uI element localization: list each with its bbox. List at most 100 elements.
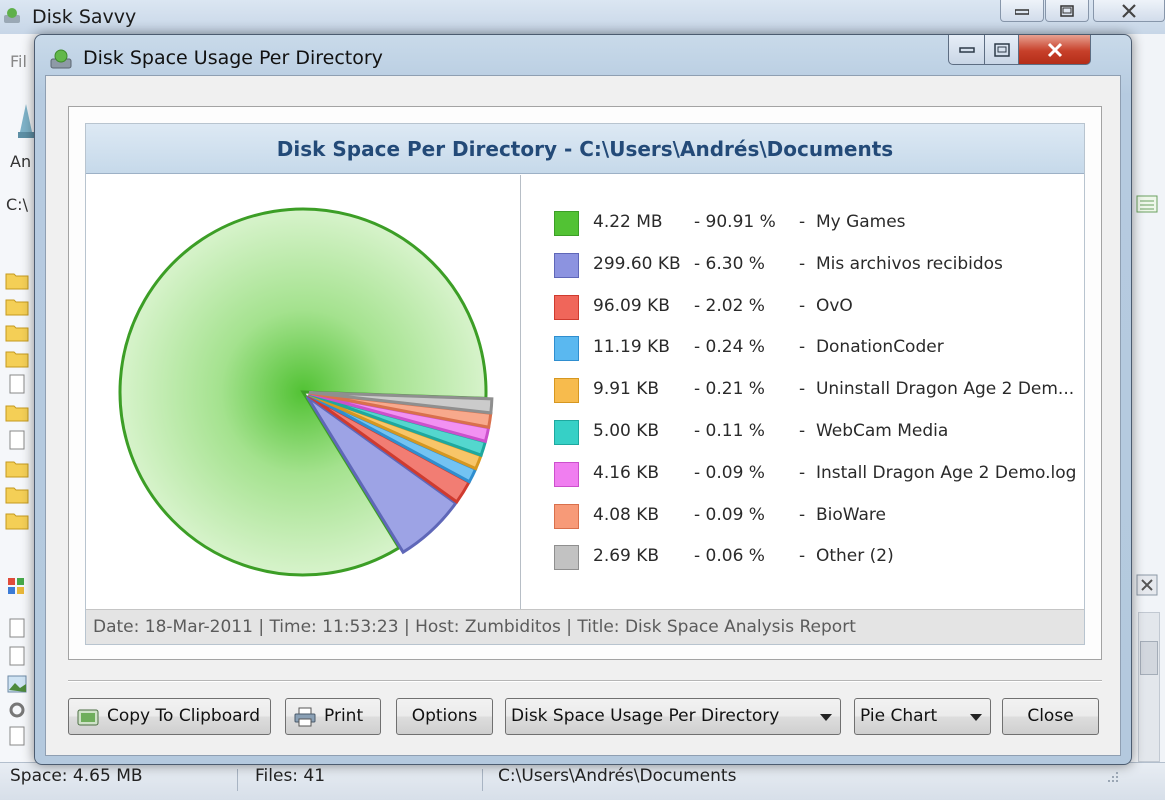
maximize-icon — [993, 42, 1010, 57]
legend-size: 2.69 KB — [593, 546, 660, 567]
copy-to-clipboard-button[interactable]: Copy To Clipboard — [68, 698, 271, 735]
scrollbar[interactable] — [1138, 612, 1160, 762]
chevron-down-icon — [970, 714, 982, 721]
legend-percent: - 0.24 % — [694, 337, 765, 358]
document-icon — [9, 374, 25, 394]
legend-label: - Uninstall Dragon Age 2 Dem... — [799, 379, 1075, 400]
legend-size: 299.60 KB — [593, 253, 681, 274]
legend-label: - BioWare — [799, 504, 886, 525]
legend-item: 4.08 KB - 0.09 % - BioWare — [521, 501, 1084, 531]
report-footer: Date: 18-Mar-2011 | Time: 11:53:23 | Hos… — [86, 609, 1084, 644]
chevron-down-icon — [820, 714, 832, 721]
legend-size: 4.22 MB — [593, 212, 663, 232]
legend-percent: - 0.09 % — [694, 504, 765, 525]
legend-label: - Mis archivos recibidos — [799, 253, 1003, 274]
report-frame: Disk Space Per Directory - C:\Users\Andr… — [68, 106, 1102, 660]
report-title: Disk Space Per Directory - C:\Users\Andr… — [86, 124, 1084, 174]
main-maximize-button[interactable] — [1045, 0, 1089, 22]
legend-swatch — [554, 211, 579, 236]
legend-swatch — [554, 461, 579, 487]
folder-icon — [5, 487, 29, 504]
analyze-tool-icon[interactable] — [16, 102, 36, 142]
document-icon — [9, 726, 25, 746]
chart-type-dropdown[interactable]: Pie Chart — [854, 698, 991, 735]
folder-icon — [5, 273, 29, 290]
legend-swatch — [554, 294, 579, 320]
menu-file-fragment[interactable]: Fil — [10, 52, 27, 71]
legend-item: 299.60 KB - 6.30 % - Mis archivos recibido… — [521, 250, 1084, 280]
legend-percent: - 0.11 % — [694, 421, 765, 441]
legend-percent: - 6.30 % — [694, 253, 765, 274]
status-space: Space: 4.65 MB — [10, 766, 143, 786]
document-icon — [9, 618, 25, 638]
options-button-label: Options — [411, 706, 478, 726]
clipboard-icon — [77, 709, 99, 726]
legend-swatch — [554, 336, 579, 362]
legend-label: - DonationCoder — [799, 337, 944, 358]
folder-icon — [5, 461, 29, 478]
app-icon — [4, 8, 20, 23]
legend-percent: - 0.06 % — [694, 546, 765, 567]
dialog-title: Disk Space Usage Per Directory — [83, 47, 383, 69]
legend-percent: - 2.02 % — [694, 295, 765, 316]
legend-label: - OvO — [799, 295, 853, 316]
legend-size: 9.91 KB — [593, 379, 660, 400]
folder-icon — [5, 513, 29, 530]
dialog-close-button[interactable] — [1019, 35, 1091, 65]
status-bar: Space: 4.65 MB Files: 41 C:\Users\Andrés… — [0, 762, 1165, 800]
print-button-label: Print — [324, 706, 364, 726]
close-icon — [1047, 42, 1062, 57]
copy-button-label: Copy To Clipboard — [107, 706, 261, 726]
printer-icon — [294, 707, 316, 727]
close-pane-icon[interactable] — [1136, 574, 1158, 596]
legend-swatch — [554, 252, 579, 278]
options-button[interactable]: Options — [396, 698, 493, 735]
image-file-icon — [7, 675, 27, 693]
legend-size: 96.09 KB — [593, 295, 670, 316]
minimize-icon — [1015, 8, 1029, 15]
legend-percent: - 0.21 % — [694, 379, 765, 400]
print-button[interactable]: Print — [285, 698, 381, 735]
details-view-icon[interactable] — [1136, 194, 1158, 214]
report-type-dropdown[interactable]: Disk Space Usage Per Directory — [505, 698, 841, 735]
dialog-app-icon — [50, 49, 72, 69]
legend-item: 5.00 KB - 0.11 % - WebCam Media — [521, 417, 1084, 447]
main-close-button[interactable] — [1093, 0, 1165, 22]
folder-icon — [5, 351, 29, 368]
legend-item: 2.69 KB - 0.06 % - Other (2) — [521, 542, 1084, 572]
status-separator — [237, 769, 238, 791]
status-separator — [482, 769, 483, 791]
maximize-icon — [1060, 4, 1074, 17]
grid-view-icon[interactable] — [5, 576, 29, 596]
legend-swatch — [554, 378, 579, 404]
button-bar-separator — [68, 680, 1102, 682]
scrollbar-thumb[interactable] — [1140, 641, 1158, 675]
toolbar-analyze-fragment[interactable]: An — [10, 152, 31, 171]
legend-item: 9.91 KB - 0.21 % - Uninstall Dragon Age 2 … — [521, 375, 1084, 405]
legend-swatch — [554, 545, 579, 571]
close-icon — [1122, 3, 1136, 18]
report-panel: Disk Space Per Directory - C:\Users\Andr… — [85, 123, 1085, 645]
main-minimize-button[interactable] — [1000, 0, 1044, 22]
resize-grip-icon[interactable] — [1106, 770, 1120, 784]
minimize-icon — [958, 46, 975, 53]
path-field-fragment[interactable]: C:\ — [6, 195, 28, 214]
folder-icon — [5, 299, 29, 316]
dialog-minimize-button[interactable] — [948, 35, 985, 65]
legend-item: 4.22 MB - 90.91 % - My Games — [521, 208, 1084, 238]
status-path: C:\Users\Andrés\Documents — [498, 766, 737, 786]
report-type-value: Disk Space Usage Per Directory — [511, 706, 780, 726]
folder-icon — [5, 325, 29, 342]
status-files: Files: 41 — [255, 766, 326, 786]
legend-swatch — [554, 503, 579, 529]
close-button[interactable]: Close — [1002, 698, 1099, 735]
legend-size: 4.16 KB — [593, 462, 660, 483]
dialog-maximize-button[interactable] — [985, 35, 1019, 65]
document-icon — [9, 430, 25, 450]
legend-percent: - 90.91 % — [694, 212, 776, 232]
legend-label: - My Games — [799, 212, 906, 232]
pie-chart-panel — [86, 175, 520, 609]
main-titlebar: Disk Savvy — [0, 0, 1165, 34]
chart-legend: 4.22 MB - 90.91 % - My Games 299.60 KB - 6.3… — [521, 175, 1084, 609]
legend-size: 5.00 KB — [593, 421, 660, 441]
